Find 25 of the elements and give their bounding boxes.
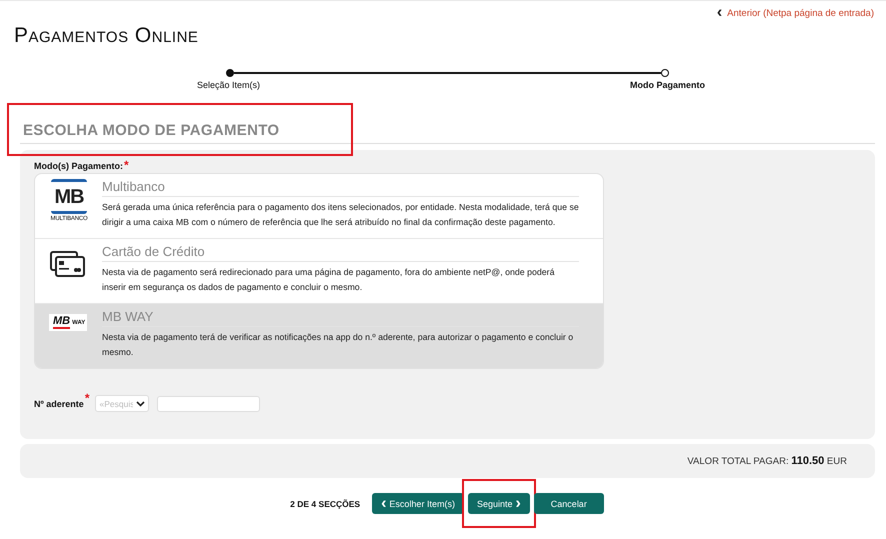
option-title: Cartão de Crédito bbox=[102, 244, 579, 262]
field-label: Nº aderente bbox=[34, 398, 84, 408]
section-counter: 2 DE 4 SECÇÕES bbox=[290, 498, 360, 508]
step-label: Modo Pagamento bbox=[630, 80, 705, 90]
member-number-input[interactable] bbox=[157, 396, 260, 412]
option-description: Nesta via de pagamento será redirecionado para uma página de pagamento, fora do ambiente netP@, onde poderá inserir em segurança os dados de pagamento e concluir o mesmo. bbox=[102, 266, 556, 294]
footer-button[interactable]: Cancelar bbox=[534, 493, 604, 514]
back-link[interactable]: ‹ Anterior (Netpa página de entrada) bbox=[716, 6, 874, 20]
page-title: Pagamentos Online bbox=[14, 23, 200, 49]
field-label: Modo(s) Pagamento: bbox=[34, 161, 123, 171]
option-title: Multibanco bbox=[102, 179, 579, 197]
chevron-down-icon bbox=[136, 400, 146, 406]
logo-mark: MB bbox=[53, 316, 70, 329]
total-amount: VALOR TOTAL PAGAR: 110.50 EUR bbox=[687, 455, 847, 467]
required-mark: * bbox=[124, 158, 129, 172]
credit-cards-icon bbox=[49, 250, 86, 278]
option-description: Nesta via de pagamento terá de verificar as notificações na app do n.º aderente, para autorizar o pagamento e concluir o mesmo. bbox=[102, 331, 574, 359]
option-title: MB WAY bbox=[102, 309, 579, 327]
option-description: Será gerada uma única referência para o pagamento dos itens selecionados, por entidade. Nesta modalidade, terá que se dirigir a uma caixa MB com o número de referência que lhe será atribuído no final da confirmação deste pagamento. bbox=[102, 201, 579, 229]
section-title: ESCOLHA MODO DE PAGAMENTO bbox=[23, 122, 280, 139]
footer-button[interactable]: ‹ Escolher Item(s) bbox=[372, 493, 464, 514]
required-mark: * bbox=[84, 391, 90, 405]
step-label: Seleção Item(s) bbox=[197, 80, 260, 90]
multibanco-logo: MB bbox=[51, 179, 87, 214]
footer-button[interactable]: Seguinte › bbox=[468, 493, 530, 514]
